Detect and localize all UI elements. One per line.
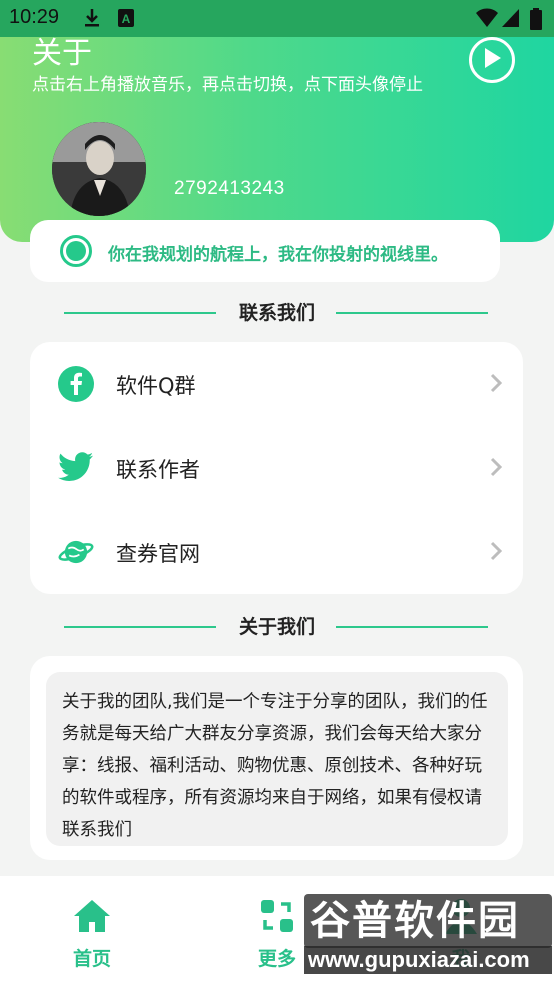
menu-item-label: 查券官网 xyxy=(116,542,200,566)
avatar[interactable] xyxy=(52,122,146,216)
menu-item-label: 软件Q群 xyxy=(116,374,196,398)
menu-item-qq-group[interactable]: 软件Q群 xyxy=(30,342,523,426)
contact-section-header: 联系我们 xyxy=(0,298,554,328)
page-title: 关于 xyxy=(32,36,92,71)
about-text: 关于我的团队,我们是一个专注于分享的团队，我们的任务就是每天给广大群友分享资源，… xyxy=(46,672,508,846)
quote-card: 你在我规划的航程上，我在你投射的视线里。 xyxy=(30,220,500,282)
contact-menu-card: 软件Q群 联系作者 查券官网 xyxy=(30,342,523,594)
facebook-icon xyxy=(58,366,94,402)
swap-icon xyxy=(257,896,297,936)
planet-icon xyxy=(58,534,94,570)
play-icon xyxy=(482,47,502,73)
svg-text:A: A xyxy=(122,12,131,26)
home-icon xyxy=(72,896,112,936)
play-music-button[interactable] xyxy=(469,37,515,83)
chevron-right-icon xyxy=(489,456,503,478)
quote-text: 你在我规划的航程上，我在你投射的视线里。 xyxy=(108,245,448,265)
a-badge-icon: A xyxy=(117,8,135,32)
chevron-right-icon xyxy=(489,372,503,394)
watermark-url: www.gupuxiazai.com xyxy=(304,946,552,974)
menu-item-contact-author[interactable]: 联系作者 xyxy=(30,426,523,510)
signal-icon xyxy=(502,8,520,32)
quote-dot-icon xyxy=(60,235,92,267)
menu-item-label: 联系作者 xyxy=(116,458,200,482)
wifi-icon xyxy=(476,8,498,32)
menu-item-coupon-site[interactable]: 查券官网 xyxy=(30,510,523,594)
qq-number: 2792413243 xyxy=(174,178,285,199)
site-watermark: 谷普软件园 www.gupuxiazai.com xyxy=(304,894,552,974)
tab-label: 首页 xyxy=(72,948,111,970)
twitter-icon xyxy=(58,450,94,486)
about-card: 关于我的团队,我们是一个专注于分享的团队，我们的任务就是每天给广大群友分享资源，… xyxy=(30,656,523,860)
status-time: 10:29 xyxy=(9,6,60,28)
watermark-title: 谷普软件园 xyxy=(304,894,552,948)
battery-icon xyxy=(530,8,542,34)
tab-home[interactable]: 首页 xyxy=(47,896,137,971)
chevron-right-icon xyxy=(489,540,503,562)
about-section-header: 关于我们 xyxy=(0,612,554,642)
page-subtitle: 点击右上角播放音乐，再点击切换，点下面头像停止 xyxy=(32,75,423,95)
divider-right xyxy=(336,626,488,628)
avatar-image xyxy=(52,122,146,216)
divider-right xyxy=(336,312,488,314)
